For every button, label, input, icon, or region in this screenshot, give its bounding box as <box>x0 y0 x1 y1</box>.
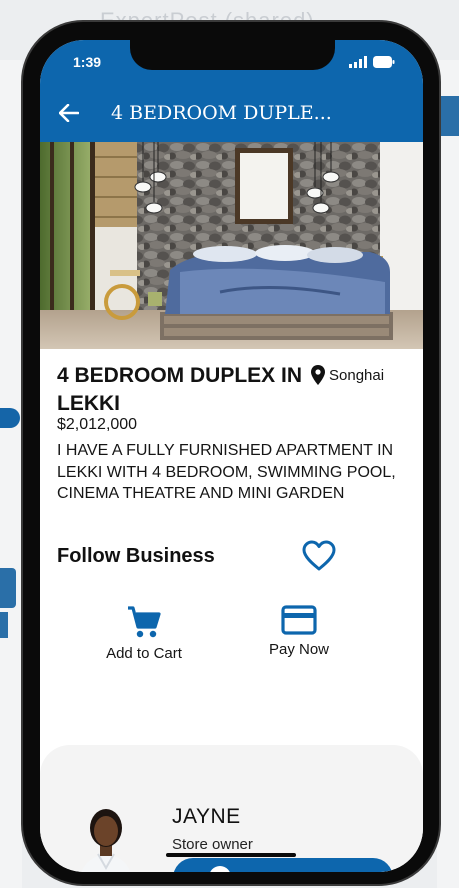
owner-photo <box>81 809 131 872</box>
add-to-cart-label: Add to Cart <box>106 645 182 662</box>
status-icons <box>349 56 395 68</box>
arrow-left-icon <box>59 104 79 122</box>
page-title: 4 BEDROOM DUPLE... <box>111 102 332 124</box>
map-pin-icon <box>311 365 325 385</box>
favorite-button[interactable] <box>302 540 336 572</box>
status-time: 1:39 <box>73 54 102 70</box>
product-title: 4 BEDROOM DUPLEX IN LEKKI <box>57 364 303 415</box>
phone-frame: 1:39 4 BEDROOM DUPLE... 4 BEDROOM DUPLEX… <box>21 20 441 886</box>
owner-name: JAYNE <box>172 805 241 828</box>
credit-card-icon <box>281 605 317 635</box>
product-price: $2,012,000 <box>57 416 138 433</box>
store-owner-card: JAYNE Store owner <box>40 745 423 872</box>
product-details: 4 BEDROOM DUPLEX IN LEKKI Songhai <box>57 362 407 415</box>
back-button[interactable] <box>56 100 82 126</box>
add-to-cart-button[interactable]: Add to Cart <box>84 605 204 662</box>
product-image[interactable] <box>40 142 423 349</box>
background-right-chip <box>439 96 459 136</box>
avatar <box>70 800 142 872</box>
battery-icon <box>373 56 395 68</box>
background-left-chip <box>0 568 16 608</box>
heart-outline-icon <box>302 540 336 571</box>
contact-owner-button[interactable] <box>173 858 393 872</box>
bedroom-photo <box>40 142 423 349</box>
background-left-chip <box>0 612 8 638</box>
title-row: 4 BEDROOM DUPLEX IN LEKKI Songhai <box>57 362 407 415</box>
product-location: Songhai <box>311 365 384 385</box>
pay-now-label: Pay Now <box>268 641 330 658</box>
signal-icon <box>349 56 367 68</box>
shopping-cart-icon <box>128 606 161 638</box>
phone-notch <box>130 40 335 70</box>
background-left-chip <box>0 408 20 428</box>
contact-icon <box>209 866 231 872</box>
location-label: Songhai <box>329 366 385 384</box>
owner-role: Store owner <box>172 836 253 853</box>
phone-screen: 1:39 4 BEDROOM DUPLE... 4 BEDROOM DUPLEX… <box>40 40 423 872</box>
background-left-panel <box>0 60 22 888</box>
home-indicator <box>166 853 296 857</box>
pay-now-button[interactable]: Pay Now <box>239 605 359 658</box>
follow-business-label[interactable]: Follow Business <box>57 545 215 568</box>
product-description: I HAVE A FULLY FURNISHED APARTMENT IN LE… <box>57 442 396 502</box>
